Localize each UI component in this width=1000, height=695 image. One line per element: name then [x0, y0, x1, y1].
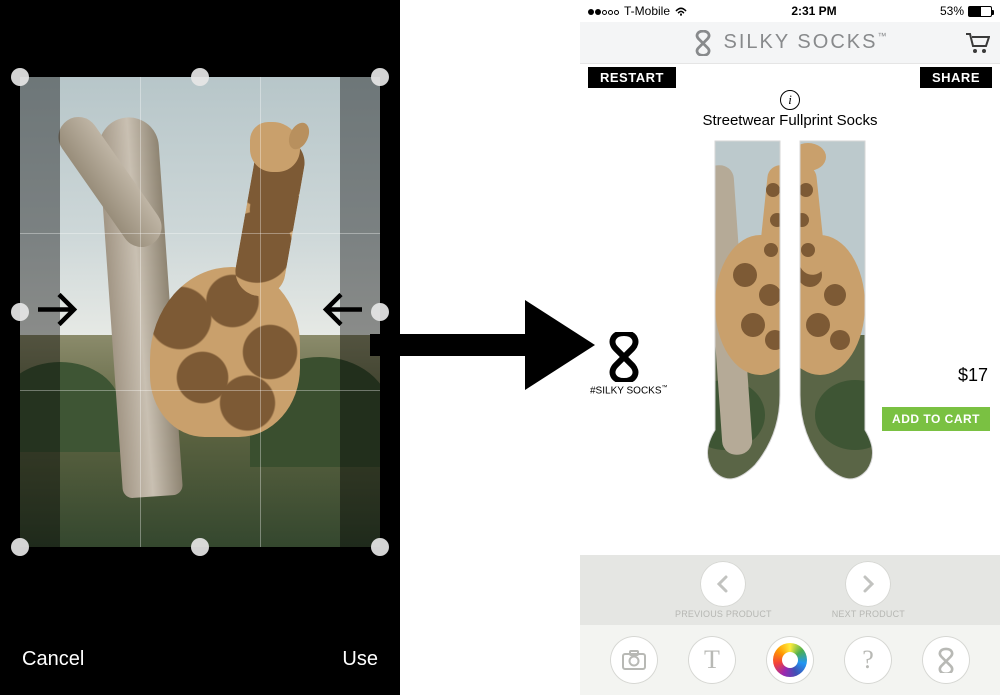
tool-bar: T ? — [580, 625, 1000, 695]
crop-handle[interactable] — [11, 538, 29, 556]
share-button[interactable]: SHARE — [920, 67, 992, 88]
logo-tool-button[interactable] — [922, 636, 970, 684]
question-icon: ? — [862, 645, 874, 675]
chevron-right-icon — [857, 573, 879, 595]
cart-button[interactable] — [964, 32, 990, 54]
product-preview: #SILKY SOCKS™ $17 ADD TO CART — [580, 135, 1000, 561]
status-bar: T-Mobile 2:31 PM 53% — [580, 0, 1000, 22]
brand-watermark: #SILKY SOCKS™ — [590, 332, 668, 396]
logo-mark-icon — [604, 332, 654, 382]
crop-handle[interactable] — [371, 68, 389, 86]
app-header: SILKY SOCKS™ — [580, 22, 1000, 64]
next-product-label: NEXT PRODUCT — [832, 609, 905, 619]
camera-tool-button[interactable] — [610, 636, 658, 684]
crop-handle[interactable] — [191, 68, 209, 86]
brand-logo: SILKY SOCKS™ — [692, 30, 889, 56]
cancel-button[interactable]: Cancel — [22, 648, 84, 671]
text-tool-button[interactable]: T — [688, 636, 736, 684]
next-product-button[interactable]: NEXT PRODUCT — [832, 561, 905, 619]
cart-icon — [964, 32, 990, 54]
sock-right — [790, 135, 875, 485]
product-app: T-Mobile 2:31 PM 53% SILKY SOCKS™ RESTAR… — [580, 0, 1000, 695]
color-wheel-icon — [773, 643, 807, 677]
carrier-label: T-Mobile — [624, 4, 670, 18]
clock: 2:31 PM — [791, 4, 836, 18]
crop-handle[interactable] — [11, 303, 29, 321]
wifi-icon — [674, 6, 688, 16]
crop-arrow-right-icon[interactable] — [314, 279, 374, 344]
restart-button[interactable]: RESTART — [588, 67, 676, 88]
product-nav: PREVIOUS PRODUCT NEXT PRODUCT — [580, 555, 1000, 625]
sock-left — [705, 135, 790, 485]
product-title: Streetwear Fullprint Socks — [580, 112, 1000, 129]
prev-product-label: PREVIOUS PRODUCT — [675, 609, 772, 619]
logo-mark-icon — [933, 647, 959, 673]
logo-mark-icon — [692, 30, 718, 56]
help-tool-button[interactable]: ? — [844, 636, 892, 684]
flow-arrow-icon — [370, 300, 595, 390]
crop-arrow-left-icon[interactable] — [26, 279, 86, 344]
info-button[interactable]: i — [780, 90, 800, 110]
crop-canvas[interactable] — [0, 0, 400, 623]
brand-name: SILKY SOCKS — [724, 31, 878, 53]
price-label: $17 — [958, 365, 988, 386]
use-button[interactable]: Use — [342, 648, 378, 671]
add-to-cart-button[interactable]: ADD TO CART — [882, 407, 990, 431]
chevron-left-icon — [712, 573, 734, 595]
previous-product-button[interactable]: PREVIOUS PRODUCT — [675, 561, 772, 619]
battery-icon — [968, 6, 992, 17]
color-tool-button[interactable] — [766, 636, 814, 684]
crop-box[interactable] — [20, 77, 380, 547]
crop-editor: Cancel Use — [0, 0, 400, 695]
signal-strength-icon — [588, 4, 620, 18]
camera-icon — [621, 649, 647, 671]
text-icon: T — [704, 645, 720, 675]
crop-footer: Cancel Use — [0, 623, 400, 695]
battery-percent: 53% — [940, 4, 964, 18]
crop-handle[interactable] — [11, 68, 29, 86]
crop-handle[interactable] — [371, 538, 389, 556]
action-bar: RESTART SHARE — [580, 64, 1000, 88]
crop-handle[interactable] — [191, 538, 209, 556]
brand-hashtag: #SILKY SOCKS — [590, 385, 662, 396]
